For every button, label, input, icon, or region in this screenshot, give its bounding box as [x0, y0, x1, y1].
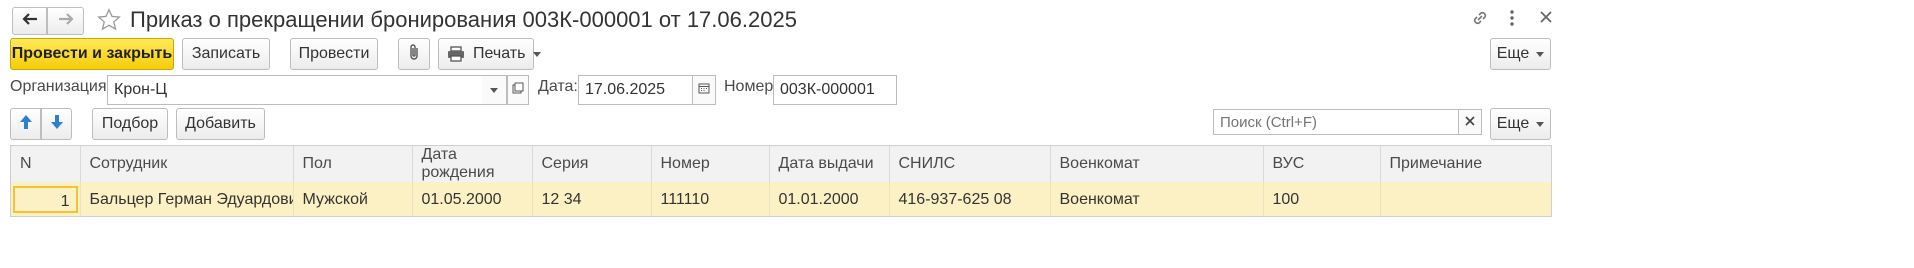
- printer-icon: [447, 46, 465, 62]
- date-field[interactable]: 17.06.2025: [578, 75, 693, 105]
- column-header-birth-date[interactable]: Дата рождения: [412, 146, 533, 182]
- print-label: Печать: [473, 45, 526, 62]
- cell-birth-date[interactable]: 01.05.2000: [412, 182, 533, 216]
- cell-snils[interactable]: 416-937-625 08: [889, 182, 1051, 216]
- more-button[interactable]: Еще: [1490, 38, 1551, 70]
- paperclip-icon: [407, 43, 421, 66]
- calendar-button[interactable]: [692, 75, 716, 105]
- chevron-down-icon: [1536, 51, 1545, 57]
- chevron-down-icon: [533, 51, 542, 57]
- column-header-gender[interactable]: Пол: [293, 146, 413, 182]
- arrow-right-icon: [58, 12, 74, 30]
- column-header-issue-date[interactable]: Дата выдачи: [769, 146, 890, 182]
- search-input[interactable]: [1213, 109, 1459, 135]
- organization-label: Организация:: [10, 78, 111, 95]
- organization-open-button[interactable]: [507, 75, 529, 105]
- add-button[interactable]: Добавить: [176, 108, 265, 140]
- chevron-down-icon: [1536, 121, 1545, 127]
- cell-employee[interactable]: Бальцер Герман Эдуардович: [80, 182, 294, 216]
- cell-series[interactable]: 12 34: [532, 182, 652, 216]
- chevron-down-icon: [490, 87, 498, 93]
- cell-note[interactable]: [1380, 182, 1551, 216]
- cell-n[interactable]: 1: [11, 182, 81, 216]
- column-header-vus[interactable]: ВУС: [1263, 146, 1381, 182]
- move-down-button[interactable]: [41, 108, 72, 140]
- save-button[interactable]: Записать: [182, 38, 270, 70]
- cell-number[interactable]: 111110: [651, 182, 770, 216]
- cell-gender[interactable]: Мужской: [293, 182, 413, 216]
- post-and-close-button[interactable]: Провести и закрыть: [10, 38, 174, 70]
- organization-field[interactable]: Крон-Ц: [107, 75, 507, 105]
- number-value: 003К-000001: [780, 81, 875, 98]
- table-header-row: N Сотрудник Пол Дата рождения Серия Номе…: [11, 146, 1551, 182]
- forward-button[interactable]: [47, 7, 84, 35]
- column-header-snils[interactable]: СНИЛС: [889, 146, 1051, 182]
- arrow-left-icon: [21, 12, 38, 30]
- column-header-note[interactable]: Примечание: [1380, 146, 1551, 182]
- link-icon[interactable]: [1470, 8, 1490, 33]
- more-label: Еще: [1496, 115, 1530, 132]
- number-label: Номер:: [724, 78, 778, 95]
- search-clear-button[interactable]: [1458, 109, 1482, 135]
- cell-issue-date[interactable]: 01.01.2000: [769, 182, 890, 216]
- cell-military-office[interactable]: Военкомат: [1050, 182, 1264, 216]
- table-more-button[interactable]: Еще: [1490, 108, 1551, 140]
- column-header-military-office[interactable]: Военкомат: [1050, 146, 1264, 182]
- more-vertical-icon[interactable]: [1508, 8, 1516, 33]
- date-label: Дата:: [538, 78, 578, 95]
- move-up-button[interactable]: [10, 108, 41, 140]
- organization-dropdown-button[interactable]: [482, 75, 507, 105]
- arrow-down-icon: [50, 114, 64, 135]
- pick-button[interactable]: Подбор: [92, 108, 168, 140]
- date-value: 17.06.2025: [585, 81, 666, 98]
- table-frame: N Сотрудник Пол Дата рождения Серия Номе…: [10, 145, 1552, 217]
- column-header-n[interactable]: N: [11, 146, 81, 182]
- arrow-up-icon: [19, 114, 33, 135]
- column-header-employee[interactable]: Сотрудник: [80, 146, 294, 182]
- cell-n-value: 1: [13, 186, 78, 213]
- post-button[interactable]: Провести: [290, 38, 378, 70]
- close-icon: [1465, 113, 1475, 131]
- page-title: Приказ о прекращении бронирования 003К-0…: [130, 7, 797, 32]
- more-label: Еще: [1496, 45, 1530, 62]
- organization-value: Крон-Ц: [114, 81, 168, 98]
- star-icon[interactable]: [96, 7, 122, 38]
- open-window-icon: [512, 81, 524, 99]
- cell-vus[interactable]: 100: [1263, 182, 1381, 216]
- close-icon[interactable]: [1538, 9, 1554, 30]
- attach-button[interactable]: [398, 38, 430, 70]
- column-header-number[interactable]: Номер: [651, 146, 770, 182]
- number-field[interactable]: 003К-000001: [773, 75, 897, 105]
- employees-table: N Сотрудник Пол Дата рождения Серия Номе…: [11, 146, 1551, 216]
- print-button[interactable]: Печать: [438, 38, 542, 70]
- column-header-series[interactable]: Серия: [532, 146, 652, 182]
- calendar-icon: [698, 81, 710, 99]
- back-button[interactable]: [12, 7, 47, 35]
- table-row[interactable]: 1 Бальцер Герман Эдуардович Мужской 01.0…: [11, 182, 1551, 216]
